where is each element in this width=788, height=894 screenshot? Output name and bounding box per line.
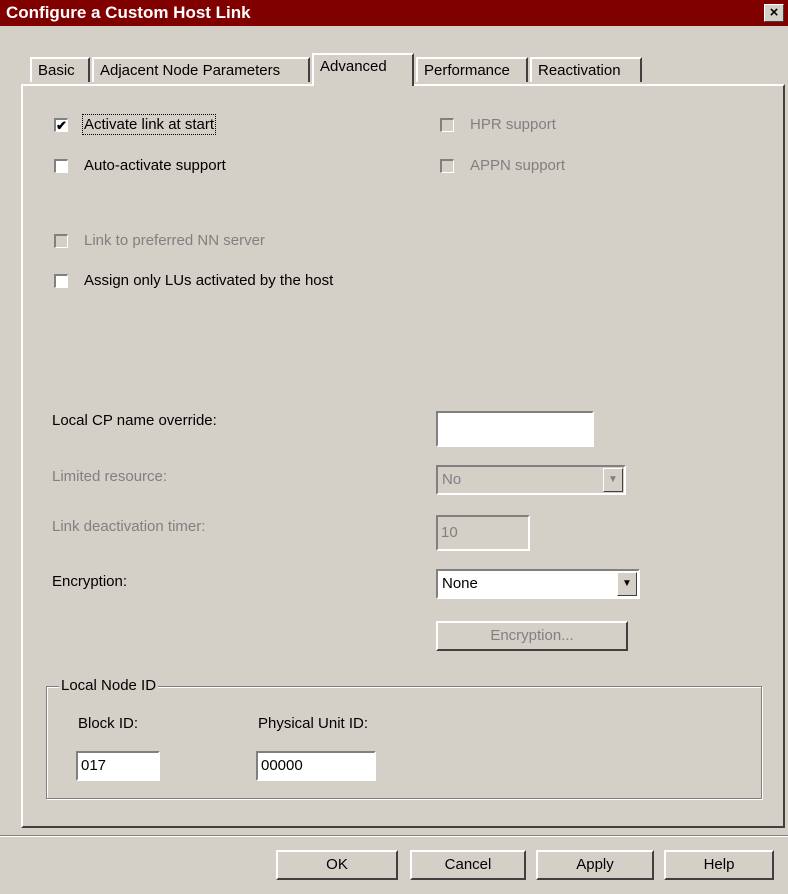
appn-support-label: APPN support xyxy=(470,157,566,174)
encryption-label: Encryption: xyxy=(52,573,128,590)
title-bar: Configure a Custom Host Link × xyxy=(0,0,788,26)
local-cp-input[interactable] xyxy=(436,411,594,447)
dialog-window: Configure a Custom Host Link × Basic Adj… xyxy=(0,0,788,894)
encryption-value: None xyxy=(442,575,478,592)
auto-activate-label[interactable]: Auto-activate support xyxy=(84,157,226,174)
window-title: Configure a Custom Host Link xyxy=(6,3,251,22)
link-preferred-nn-label: Link to preferred NN server xyxy=(84,232,265,249)
local-node-id-label: Local Node ID xyxy=(59,677,159,694)
activate-link-checkbox[interactable]: ✔ xyxy=(54,118,68,132)
block-id-label: Block ID: xyxy=(78,715,139,732)
activate-link-label[interactable]: Activate link at start xyxy=(81,114,217,135)
local-cp-label: Local CP name override: xyxy=(52,412,217,429)
link-preferred-nn-checkbox[interactable] xyxy=(54,234,68,248)
tab-advanced[interactable]: Advanced xyxy=(312,53,414,86)
physical-unit-id-label: Physical Unit ID: xyxy=(258,715,369,732)
tab-performance[interactable]: Performance xyxy=(416,57,528,82)
help-button[interactable]: Help xyxy=(664,850,774,880)
link-deactivation-label: Link deactivation timer: xyxy=(52,518,206,535)
block-id-input[interactable]: 017 xyxy=(76,751,160,781)
encryption-button[interactable]: Encryption... xyxy=(436,621,628,651)
tab-basic[interactable]: Basic xyxy=(30,57,90,82)
ok-button[interactable]: OK xyxy=(276,850,398,880)
assign-lus-checkbox[interactable] xyxy=(54,274,68,288)
local-node-id-group: Local Node ID xyxy=(46,677,762,799)
appn-support-checkbox[interactable] xyxy=(440,159,454,173)
tab-adjacent-node-parameters[interactable]: Adjacent Node Parameters xyxy=(92,57,310,82)
physical-unit-id-input[interactable]: 00000 xyxy=(256,751,376,781)
close-icon: × xyxy=(769,4,779,21)
apply-button[interactable]: Apply xyxy=(536,850,654,880)
bottom-separator xyxy=(0,835,788,837)
chevron-down-icon[interactable]: ▼ xyxy=(603,468,623,492)
auto-activate-checkbox[interactable] xyxy=(54,159,68,173)
assign-lus-label[interactable]: Assign only LUs activated by the host xyxy=(84,272,333,289)
tab-reactivation[interactable]: Reactivation xyxy=(530,57,642,82)
link-deactivation-input[interactable]: 10 xyxy=(436,515,530,551)
cancel-button[interactable]: Cancel xyxy=(410,850,526,880)
hpr-support-checkbox[interactable] xyxy=(440,118,454,132)
hpr-support-label: HPR support xyxy=(470,116,556,133)
chevron-down-icon[interactable]: ▼ xyxy=(617,572,637,596)
limited-resource-label: Limited resource: xyxy=(52,468,168,485)
close-button[interactable]: × xyxy=(764,4,784,22)
encryption-select[interactable]: None ▼ xyxy=(436,569,640,599)
limited-resource-value: No xyxy=(442,471,462,488)
limited-resource-select[interactable]: No ▼ xyxy=(436,465,626,495)
